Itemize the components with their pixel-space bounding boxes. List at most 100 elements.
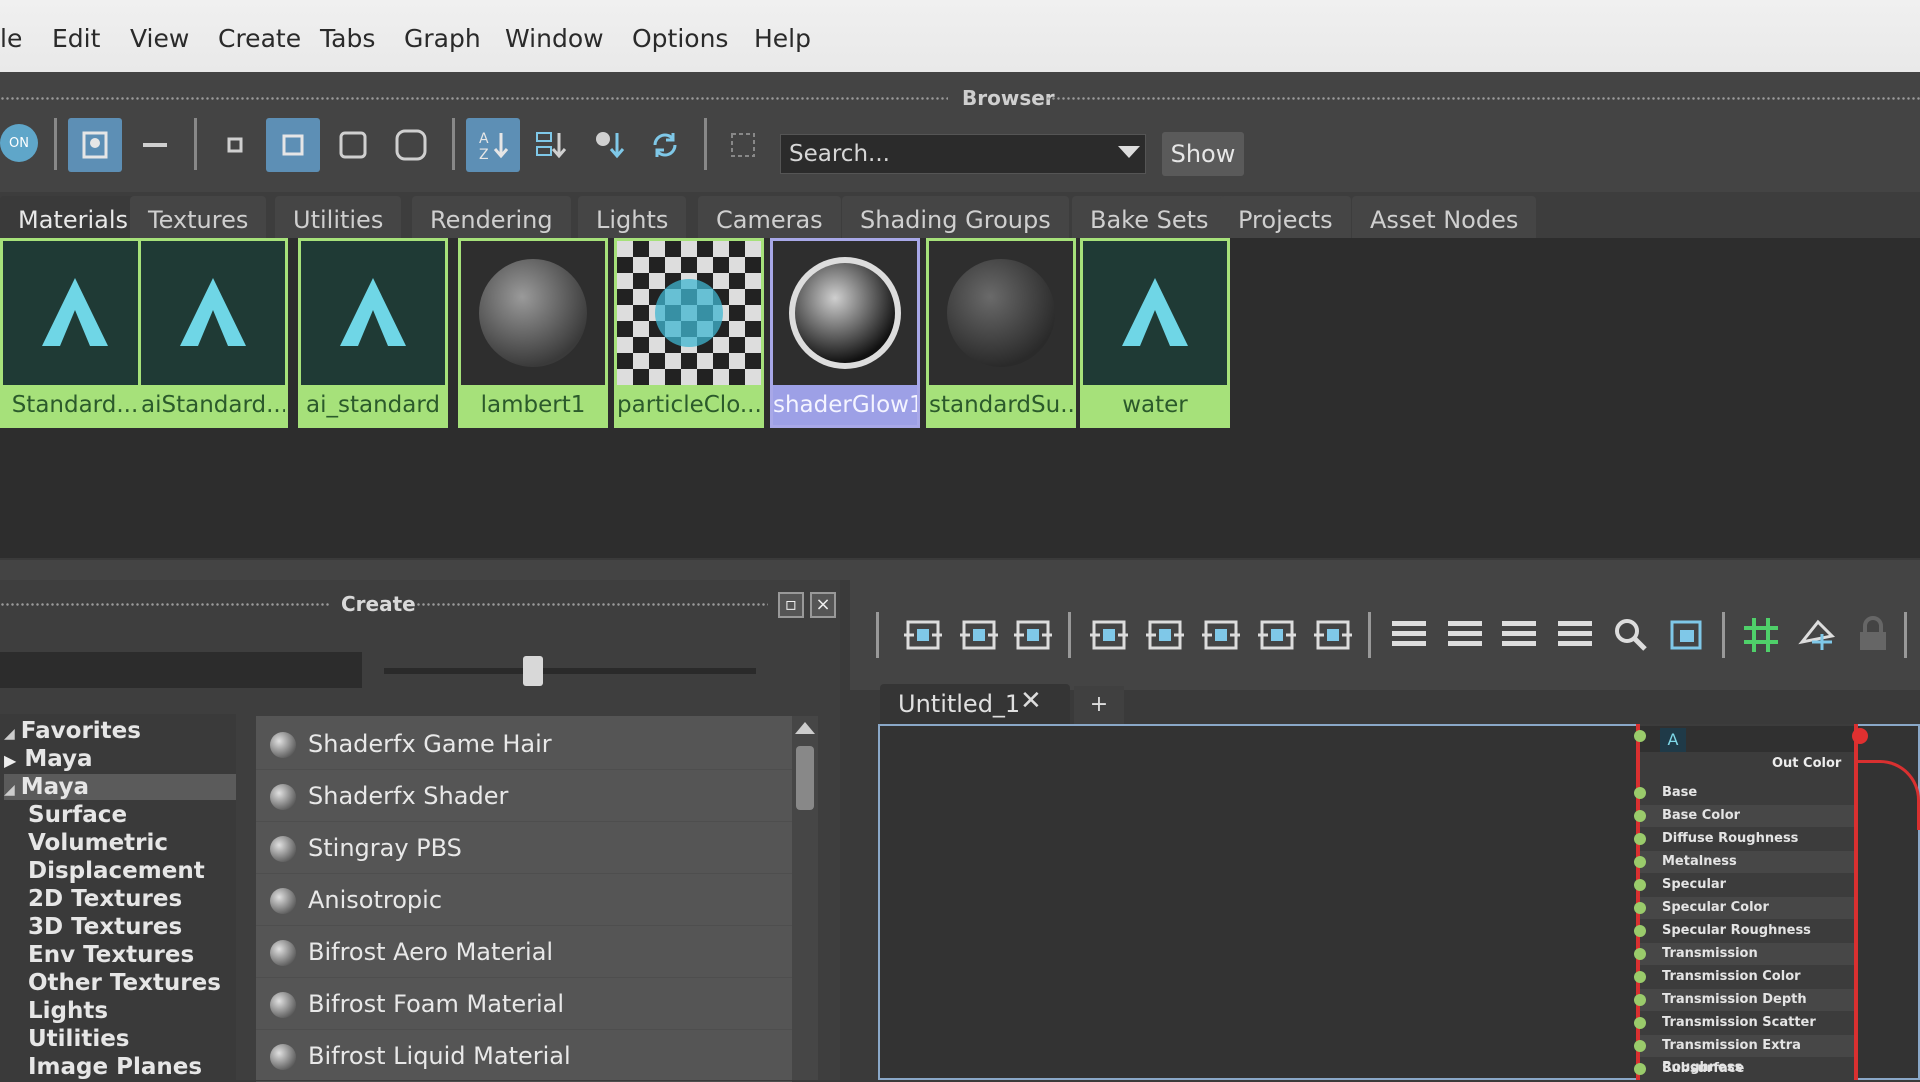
tree-item-maya[interactable]: ▶ Maya <box>4 746 214 772</box>
search-icon[interactable] <box>1608 612 1654 658</box>
material-swatch-water[interactable]: water <box>1080 238 1230 428</box>
node-attribute[interactable]: Base Color <box>1640 805 1854 827</box>
graph-layout-icon[interactable] <box>1254 612 1300 658</box>
input-port[interactable] <box>1634 787 1646 799</box>
toggle-on-button[interactable]: ON <box>0 124 38 162</box>
input-port[interactable] <box>1634 971 1646 983</box>
tab-textures[interactable]: Textures <box>130 196 267 244</box>
input-port[interactable] <box>1634 810 1646 822</box>
menu-window[interactable]: Window <box>505 24 604 53</box>
list-item[interactable]: Bifrost Foam Material <box>256 980 792 1030</box>
input-port[interactable] <box>1634 994 1646 1006</box>
menu-file[interactable]: le <box>0 24 22 53</box>
output-connections-icon[interactable] <box>1010 612 1056 658</box>
node-attribute[interactable]: Transmission Extra Roughness <box>1640 1035 1854 1075</box>
input-port[interactable] <box>1634 925 1646 937</box>
drag-handle[interactable] <box>1046 96 1920 102</box>
tab-lights[interactable]: Lights <box>578 196 687 244</box>
sort-name-button[interactable]: AZ <box>466 118 520 172</box>
drag-handle[interactable] <box>0 96 948 102</box>
tree-item-other-textures[interactable]: Other Textures <box>26 970 236 996</box>
scroll-thumb[interactable] <box>796 746 814 810</box>
tab-projects[interactable]: Projects <box>1220 196 1351 244</box>
tab-asset-nodes[interactable]: Asset Nodes <box>1352 196 1537 244</box>
list-custom-icon[interactable] <box>1552 612 1598 658</box>
input-port[interactable] <box>1634 730 1646 742</box>
list-item[interactable]: Shaderfx Game Hair <box>256 720 792 770</box>
list-item[interactable]: Anisotropic <box>256 876 792 926</box>
slider-handle[interactable] <box>522 656 543 686</box>
sort-time-button[interactable] <box>582 118 636 172</box>
close-panel-button[interactable]: × <box>810 592 836 618</box>
material-swatch-standard[interactable]: Standard... <box>0 238 150 428</box>
output-port[interactable] <box>1852 728 1868 744</box>
close-tab-icon[interactable]: ✕ <box>1020 686 1042 716</box>
tree-item-favorites[interactable]: ◢ Favorites <box>4 718 236 744</box>
tab-cameras[interactable]: Cameras <box>698 196 841 244</box>
list-simple-icon[interactable] <box>1386 612 1432 658</box>
list-all-icon[interactable] <box>1496 612 1542 658</box>
tree-item-env-textures[interactable]: Env Textures <box>26 942 236 968</box>
menu-view[interactable]: View <box>130 24 189 53</box>
frame-selected-icon[interactable] <box>900 612 946 658</box>
menu-graph[interactable]: Graph <box>404 24 481 53</box>
add-selected-icon[interactable] <box>1142 612 1188 658</box>
create-filter-field[interactable] <box>0 652 362 688</box>
input-port[interactable] <box>1634 879 1646 891</box>
view-icons-button[interactable] <box>68 118 122 172</box>
node-attribute[interactable]: Transmission Color <box>1640 966 1854 988</box>
list-connected-icon[interactable] <box>1442 612 1488 658</box>
tab-bake-sets[interactable]: Bake Sets <box>1072 196 1227 244</box>
input-port[interactable] <box>1634 1017 1646 1029</box>
medium-icon-button[interactable] <box>266 118 320 172</box>
material-swatch-standardsu[interactable]: standardSu... <box>926 238 1076 428</box>
list-item[interactable]: Shaderfx Shader <box>256 772 792 822</box>
node-attribute[interactable]: Base <box>1640 782 1854 804</box>
small-icon-button[interactable] <box>208 118 262 172</box>
node-attribute[interactable]: Metalness <box>1640 851 1854 873</box>
menu-help[interactable]: Help <box>754 24 811 53</box>
input-port[interactable] <box>1634 1040 1646 1052</box>
node-attribute[interactable]: Subsurface <box>1640 1058 1854 1080</box>
node-attribute[interactable]: Transmission <box>1640 943 1854 965</box>
material-swatch-particleclo[interactable]: particleClo... <box>614 238 764 428</box>
material-swatch-aistandard[interactable]: aiStandard... <box>138 238 288 428</box>
tree-item-utilities[interactable]: Utilities <box>26 1026 236 1052</box>
input-port[interactable] <box>1634 902 1646 914</box>
node-attribute[interactable]: Transmission Depth <box>1640 989 1854 1011</box>
list-item[interactable]: Stingray PBS <box>256 824 792 874</box>
lock-icon[interactable] <box>1850 612 1896 658</box>
drag-handle[interactable] <box>416 602 768 608</box>
tree-item-surface[interactable]: Surface <box>26 802 236 828</box>
tree-item-image-planes[interactable]: Image Planes <box>26 1054 236 1080</box>
tree-item-displacement[interactable]: Displacement <box>26 858 236 884</box>
node-attribute[interactable]: Specular <box>1640 874 1854 896</box>
tree-item-lights[interactable]: Lights <box>26 998 236 1024</box>
input-port[interactable] <box>1634 1063 1646 1075</box>
tree-item-maya[interactable]: ◢ Maya <box>4 774 236 800</box>
connections-icon[interactable] <box>1310 612 1356 658</box>
menu-tabs[interactable]: Tabs <box>320 24 375 53</box>
menu-options[interactable]: Options <box>632 24 728 53</box>
scroll-up-icon[interactable] <box>795 722 815 734</box>
remove-selected-icon[interactable] <box>1198 612 1244 658</box>
menu-create[interactable]: Create <box>218 24 301 53</box>
input-port[interactable] <box>1634 948 1646 960</box>
pin-icon[interactable] <box>1664 612 1710 658</box>
tab-materials[interactable]: Materials <box>0 196 147 244</box>
large-icon-button[interactable] <box>326 118 380 172</box>
sort-type-button[interactable] <box>524 118 578 172</box>
filter-button[interactable] <box>716 118 770 172</box>
view-list-button[interactable] <box>128 118 182 172</box>
input-port[interactable] <box>1634 856 1646 868</box>
tab-rendering[interactable]: Rendering <box>412 196 571 244</box>
material-swatch-lambert1[interactable]: lambert1 <box>458 238 608 428</box>
expanded-arrow-icon[interactable]: ◢ <box>4 782 15 798</box>
node-attribute[interactable]: Specular Roughness <box>1640 920 1854 942</box>
xlarge-icon-button[interactable] <box>384 118 438 172</box>
icon-size-slider[interactable] <box>384 668 756 674</box>
material-swatch-shaderglow1[interactable]: shaderGlow1 <box>770 238 920 428</box>
node-attribute[interactable]: Transmission Scatter <box>1640 1012 1854 1034</box>
tree-item-3d-textures[interactable]: 3D Textures <box>26 914 236 940</box>
add-tab-button[interactable]: + <box>1074 686 1124 724</box>
